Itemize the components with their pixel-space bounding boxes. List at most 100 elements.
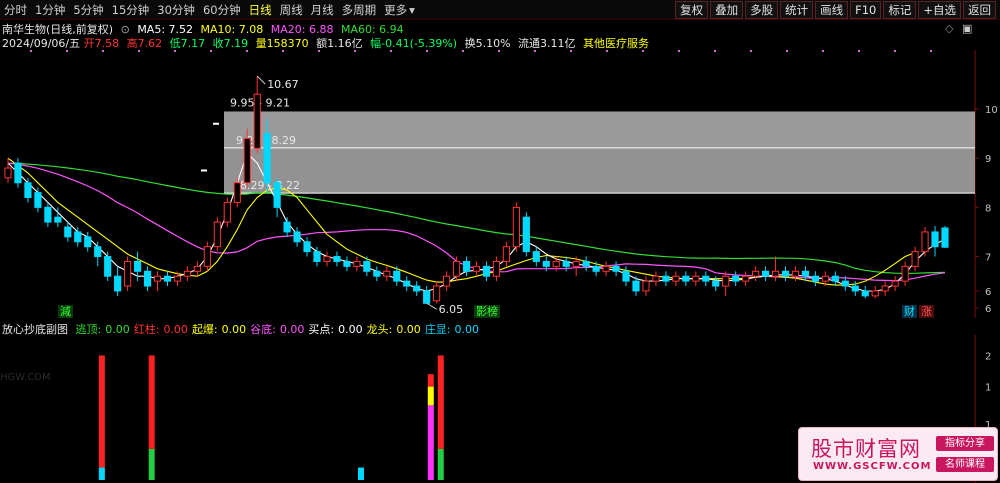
badge-2: 影榜 bbox=[474, 305, 500, 318]
period-tab-8[interactable]: 月线 bbox=[311, 2, 334, 18]
toolbar-button-1[interactable]: 叠加 bbox=[710, 1, 744, 19]
candle bbox=[662, 271, 670, 287]
candle bbox=[153, 271, 162, 291]
candle-body bbox=[104, 256, 112, 277]
top-dot bbox=[210, 50, 212, 52]
top-dot bbox=[30, 50, 32, 52]
candle bbox=[811, 271, 820, 287]
candle bbox=[353, 256, 361, 272]
candle-body bbox=[153, 275, 162, 282]
candle-body bbox=[24, 182, 32, 199]
candle-body bbox=[652, 275, 660, 282]
top-dot bbox=[390, 50, 392, 52]
high-price-label: 10.67 bbox=[267, 78, 299, 91]
y-tick-label-0: 10 bbox=[985, 105, 998, 116]
candle bbox=[891, 276, 899, 291]
candle bbox=[482, 261, 491, 282]
candle-body bbox=[243, 138, 251, 184]
candle-body bbox=[791, 270, 800, 277]
candle bbox=[14, 158, 22, 188]
candle bbox=[742, 271, 750, 287]
candle bbox=[682, 271, 690, 287]
candle-body bbox=[133, 260, 142, 272]
candle-body bbox=[193, 265, 201, 272]
y-tick-label-5: 6 bbox=[985, 304, 991, 315]
top-dots bbox=[30, 50, 932, 52]
candle bbox=[881, 281, 889, 296]
badge-4: 涨 bbox=[919, 305, 934, 318]
quote-high: 高7.62 bbox=[126, 37, 163, 50]
candle bbox=[233, 177, 241, 208]
candle bbox=[672, 271, 680, 287]
toolbar-button-8[interactable]: 返回 bbox=[963, 1, 996, 19]
candle-body bbox=[163, 275, 172, 282]
period-tab-5[interactable]: 60分钟 bbox=[203, 2, 241, 18]
toolbar-button-5[interactable]: F10 bbox=[850, 1, 882, 19]
top-dot bbox=[822, 50, 824, 52]
toolbar-button-7[interactable]: +自选 bbox=[918, 1, 961, 19]
candle bbox=[433, 281, 441, 304]
top-dot bbox=[282, 50, 284, 52]
candle-body bbox=[313, 251, 321, 262]
candle bbox=[44, 202, 52, 228]
indicator-segment bbox=[358, 467, 365, 480]
candle bbox=[124, 256, 132, 291]
quote-volume: 量158370 bbox=[255, 37, 309, 50]
candle-body bbox=[94, 246, 102, 258]
indicator-segment bbox=[148, 448, 155, 480]
period-tab-2[interactable]: 5分钟 bbox=[73, 2, 103, 18]
candle-body bbox=[492, 260, 501, 277]
quote-amount: 额1.16亿 bbox=[316, 37, 363, 50]
candle-body bbox=[253, 93, 261, 149]
toolbar-button-4[interactable]: 画线 bbox=[815, 1, 849, 19]
candle-body bbox=[732, 275, 740, 282]
quote-date: 2024/09/06/五 bbox=[2, 37, 81, 50]
candle-body bbox=[14, 162, 22, 184]
period-tab-6[interactable]: 日线 bbox=[249, 2, 272, 18]
toolbar-button-3[interactable]: 统计 bbox=[780, 1, 814, 19]
diamond-icon[interactable]: ◇ bbox=[945, 22, 953, 35]
candle-body bbox=[84, 236, 92, 248]
candle bbox=[652, 271, 660, 287]
toolbar-button-6[interactable]: 标记 bbox=[883, 1, 917, 19]
candle-body bbox=[413, 285, 421, 292]
period-tab-7[interactable]: 周线 bbox=[280, 2, 303, 18]
candle-body bbox=[881, 285, 889, 292]
candle bbox=[781, 266, 790, 282]
toolbar-right-buttons: 复权 叠加 多股 统计 画线 F10 标记 +自选 返回 bbox=[675, 1, 996, 19]
candle bbox=[333, 251, 341, 267]
badge-3: 财 bbox=[902, 305, 917, 318]
candle bbox=[104, 251, 112, 282]
candle-body bbox=[273, 182, 281, 208]
toolbar-button-2[interactable]: 多股 bbox=[745, 1, 779, 19]
period-tab-4[interactable]: 30分钟 bbox=[157, 2, 195, 18]
window-icon[interactable]: ▣ bbox=[962, 22, 972, 35]
candle bbox=[472, 261, 481, 277]
period-tab-10[interactable]: 更多 bbox=[384, 2, 407, 18]
y-tick-label-2: 8 bbox=[985, 203, 991, 214]
candle-body bbox=[44, 206, 52, 223]
toolbar-button-0[interactable]: 复权 bbox=[675, 1, 709, 19]
zone-band-1 bbox=[224, 111, 975, 148]
candle-body bbox=[433, 285, 441, 302]
candle-body bbox=[672, 275, 680, 282]
indicator-segment bbox=[148, 355, 155, 449]
chevron-down-icon[interactable]: ▾ bbox=[409, 2, 415, 18]
candle bbox=[94, 241, 102, 267]
period-tab-3[interactable]: 15分钟 bbox=[112, 2, 150, 18]
candle bbox=[532, 246, 540, 267]
candle-body bbox=[911, 251, 919, 267]
candle-body bbox=[373, 270, 381, 277]
logo-url: WWW.GSCFW.COM bbox=[813, 461, 932, 472]
candle bbox=[343, 256, 351, 272]
candle-body bbox=[572, 260, 580, 267]
period-tab-9[interactable]: 多周期 bbox=[342, 2, 377, 18]
period-tab-1[interactable]: 1分钟 bbox=[35, 2, 65, 18]
candle-body bbox=[283, 221, 291, 233]
zone-band-2 bbox=[224, 147, 975, 194]
candle bbox=[602, 261, 610, 277]
candle-body bbox=[861, 290, 869, 297]
quote-change: 幅-0.41(-5.39%) bbox=[370, 37, 458, 50]
period-tab-0[interactable]: 分时 bbox=[4, 2, 27, 18]
candle-body bbox=[771, 270, 780, 277]
